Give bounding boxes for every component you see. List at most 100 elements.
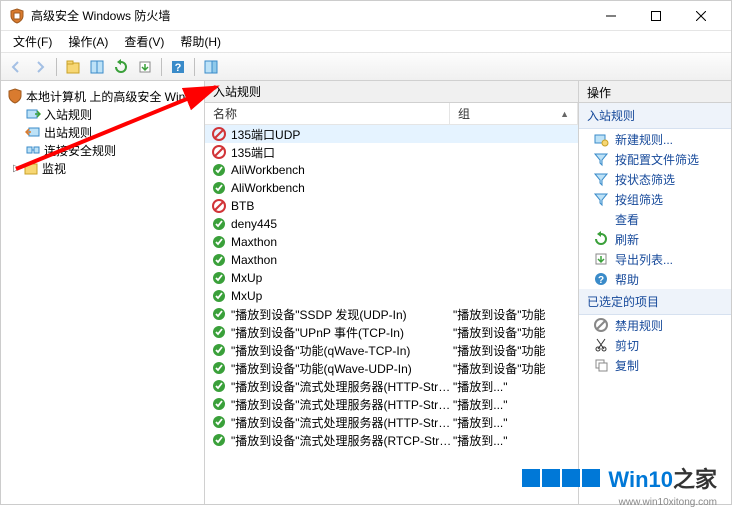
blocked-icon — [211, 198, 227, 214]
actions-panel: 操作 入站规则 新建规则...按配置文件筛选按状态筛选按组筛选查看刷新导出列表.… — [579, 81, 731, 504]
show-hide-button[interactable] — [86, 56, 108, 78]
blocked-icon — [211, 126, 227, 142]
action-item[interactable]: ?帮助 — [579, 269, 731, 289]
tree-root[interactable]: 本地计算机 上的高级安全 Win — [3, 87, 202, 105]
allowed-icon — [211, 288, 227, 304]
help-icon: ? — [593, 271, 609, 287]
rule-row[interactable]: 135端口UDP — [205, 125, 578, 143]
rule-row[interactable]: Maxthon — [205, 233, 578, 251]
action-item[interactable]: 按状态筛选 — [579, 169, 731, 189]
up-button[interactable] — [62, 56, 84, 78]
action-label: 复制 — [615, 357, 639, 374]
allowed-icon — [211, 252, 227, 268]
action-label: 按配置文件筛选 — [615, 151, 699, 168]
allowed-icon — [211, 270, 227, 286]
rule-row[interactable]: BTB — [205, 197, 578, 215]
tree-item-inbound[interactable]: 入站规则 — [3, 105, 202, 123]
rule-name: MxUp — [231, 271, 453, 285]
tree-item-connection-security[interactable]: 连接安全规则 — [3, 141, 202, 159]
filter-icon — [593, 191, 609, 207]
rule-row[interactable]: 135端口 — [205, 143, 578, 161]
forward-button[interactable] — [29, 56, 51, 78]
action-pane-button[interactable] — [200, 56, 222, 78]
sort-indicator-icon: ▲ — [560, 109, 569, 119]
allowed-icon — [211, 396, 227, 412]
rule-group: "播放到设备"功能 — [453, 324, 572, 341]
none-icon — [593, 211, 609, 227]
allowed-icon — [211, 324, 227, 340]
menu-help[interactable]: 帮助(H) — [172, 31, 229, 52]
column-name[interactable]: 名称 — [205, 103, 450, 124]
rule-row[interactable]: "播放到设备"UPnP 事件(TCP-In)"播放到设备"功能 — [205, 323, 578, 341]
rule-row[interactable]: MxUp — [205, 269, 578, 287]
actions-header: 操作 — [579, 81, 731, 103]
rule-group: "播放到..." — [453, 414, 572, 431]
toolbar: ? — [1, 53, 731, 81]
rule-group: "播放到..." — [453, 396, 572, 413]
rule-name: BTB — [231, 199, 453, 213]
rule-name: "播放到设备"流式处理服务器(HTTP-Stre... — [231, 414, 453, 431]
export-button[interactable] — [134, 56, 156, 78]
tree-item-label: 连接安全规则 — [44, 142, 116, 159]
toolbar-separator — [56, 58, 57, 76]
rule-name: AliWorkbench — [231, 181, 453, 195]
expand-toggle[interactable]: ▷ — [11, 163, 23, 174]
export-icon — [593, 251, 609, 267]
action-item[interactable]: 查看 — [579, 209, 731, 229]
help-button[interactable]: ? — [167, 56, 189, 78]
refresh-button[interactable] — [110, 56, 132, 78]
rule-row[interactable]: Maxthon — [205, 251, 578, 269]
allowed-icon — [211, 378, 227, 394]
rule-group: "播放到..." — [453, 378, 572, 395]
center-panel: 入站规则 名称 组▲ 135端口UDP135端口AliWorkbenchAliW… — [205, 81, 579, 504]
tree-item-monitoring[interactable]: ▷ 监视 — [3, 159, 202, 177]
rule-row[interactable]: "播放到设备"流式处理服务器(HTTP-Stre..."播放到..." — [205, 413, 578, 431]
menu-action[interactable]: 操作(A) — [60, 31, 116, 52]
rule-list[interactable]: 135端口UDP135端口AliWorkbenchAliWorkbenchBTB… — [205, 125, 578, 504]
maximize-button[interactable] — [633, 1, 678, 31]
rule-row[interactable]: "播放到设备"功能(qWave-UDP-In)"播放到设备"功能 — [205, 359, 578, 377]
back-button[interactable] — [5, 56, 27, 78]
rule-group: "播放到设备"功能 — [453, 306, 572, 323]
center-header: 入站规则 — [205, 81, 578, 103]
menu-file[interactable]: 文件(F) — [5, 31, 60, 52]
action-item[interactable]: 导出列表... — [579, 249, 731, 269]
menu-view[interactable]: 查看(V) — [116, 31, 172, 52]
inbound-icon — [25, 106, 41, 122]
action-item[interactable]: 新建规则... — [579, 129, 731, 149]
action-item[interactable]: 剪切 — [579, 335, 731, 355]
allowed-icon — [211, 306, 227, 322]
rule-group: "播放到..." — [453, 432, 572, 449]
rule-row[interactable]: MxUp — [205, 287, 578, 305]
rule-name: "播放到设备"流式处理服务器(HTTP-Stre... — [231, 378, 453, 395]
rule-row[interactable]: "播放到设备"流式处理服务器(HTTP-Stre..."播放到..." — [205, 377, 578, 395]
action-item[interactable]: 刷新 — [579, 229, 731, 249]
rule-name: 135端口UDP — [231, 126, 453, 143]
action-item[interactable]: 复制 — [579, 355, 731, 375]
rule-row[interactable]: deny445 — [205, 215, 578, 233]
close-button[interactable] — [678, 1, 723, 31]
rule-row[interactable]: "播放到设备"SSDP 发现(UDP-In)"播放到设备"功能 — [205, 305, 578, 323]
new-icon — [593, 131, 609, 147]
tree-item-label: 监视 — [42, 160, 66, 177]
refresh-icon — [593, 231, 609, 247]
toolbar-separator — [161, 58, 162, 76]
svg-text:?: ? — [175, 62, 182, 74]
rule-row[interactable]: AliWorkbench — [205, 179, 578, 197]
rule-row[interactable]: AliWorkbench — [205, 161, 578, 179]
watermark-logo-icon — [562, 469, 600, 487]
rule-row[interactable]: "播放到设备"流式处理服务器(HTTP-Stre..."播放到..." — [205, 395, 578, 413]
rule-row[interactable]: "播放到设备"流式处理服务器(RTCP-Stre..."播放到..." — [205, 431, 578, 449]
column-group[interactable]: 组▲ — [450, 103, 578, 124]
minimize-button[interactable] — [588, 1, 633, 31]
allowed-icon — [211, 234, 227, 250]
rule-name: Maxthon — [231, 253, 453, 267]
rule-row[interactable]: "播放到设备"功能(qWave-TCP-In)"播放到设备"功能 — [205, 341, 578, 359]
action-item[interactable]: 按组筛选 — [579, 189, 731, 209]
allowed-icon — [211, 162, 227, 178]
rule-name: Maxthon — [231, 235, 453, 249]
tree-item-outbound[interactable]: 出站规则 — [3, 123, 202, 141]
action-item[interactable]: 禁用规则 — [579, 315, 731, 335]
action-item[interactable]: 按配置文件筛选 — [579, 149, 731, 169]
main-area: 本地计算机 上的高级安全 Win 入站规则 出站规则 连接安全规则 ▷ 监视 入… — [1, 81, 731, 504]
